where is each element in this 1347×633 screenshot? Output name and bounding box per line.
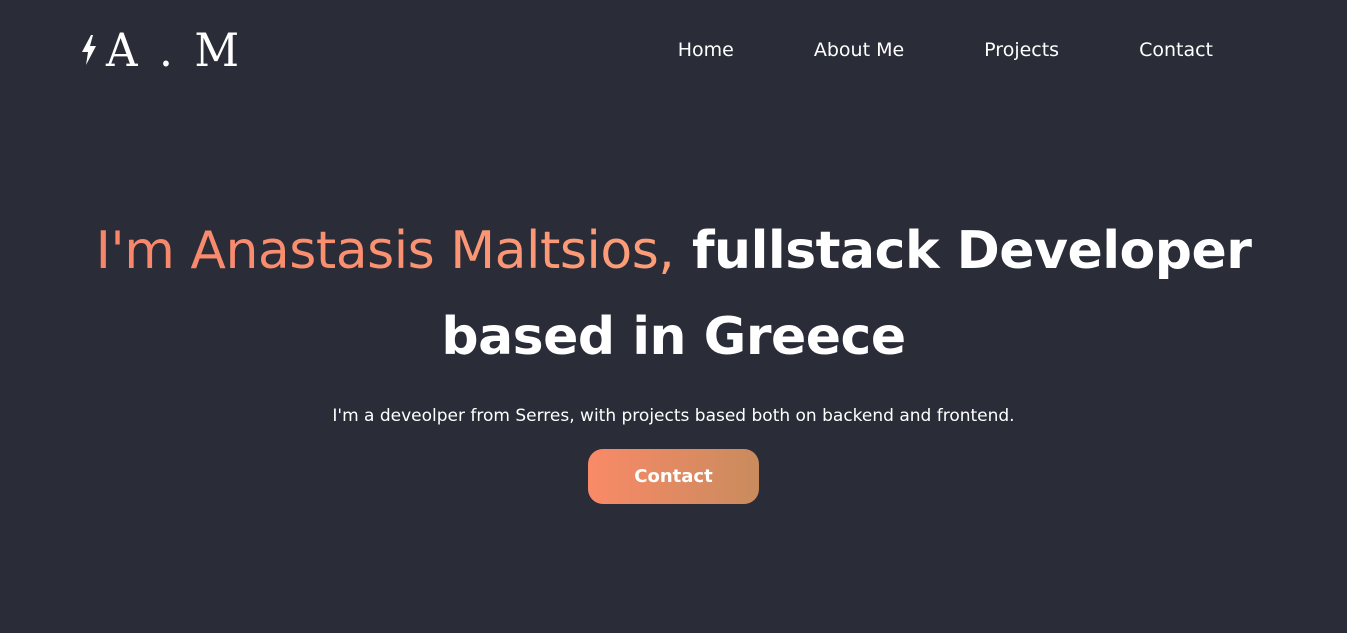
nav-link-projects[interactable]: Projects — [984, 39, 1059, 61]
nav-menu: Home About Me Projects Contact — [678, 36, 1213, 64]
hero-title-highlight: I'm Anastasis Maltsios, — [95, 221, 675, 281]
nav-link-home[interactable]: Home — [678, 39, 734, 61]
nav-link-contact[interactable]: Contact — [1139, 39, 1213, 61]
page: A . M Home About Me Projects Contact I'm… — [0, 0, 1347, 633]
hero-subtitle: I'm a deveolper from Serres, with projec… — [332, 406, 1015, 426]
nav-item-home: Home — [678, 36, 734, 64]
nav-link-about-me[interactable]: About Me — [814, 39, 904, 61]
nav-item-contact: Contact — [1139, 36, 1213, 64]
hero-title: I'm Anastasis Maltsios, fullstack Develo… — [74, 208, 1274, 380]
logo-text: A . M — [106, 23, 243, 77]
logo-link[interactable]: A . M — [80, 26, 250, 74]
contact-button[interactable]: Contact — [588, 449, 759, 504]
lightning-bolt-icon — [80, 35, 98, 65]
hero-section: I'm Anastasis Maltsios, fullstack Develo… — [0, 208, 1347, 504]
navbar: A . M Home About Me Projects Contact — [0, 0, 1347, 100]
nav-item-about-me: About Me — [814, 36, 904, 64]
nav-item-projects: Projects — [984, 36, 1059, 64]
